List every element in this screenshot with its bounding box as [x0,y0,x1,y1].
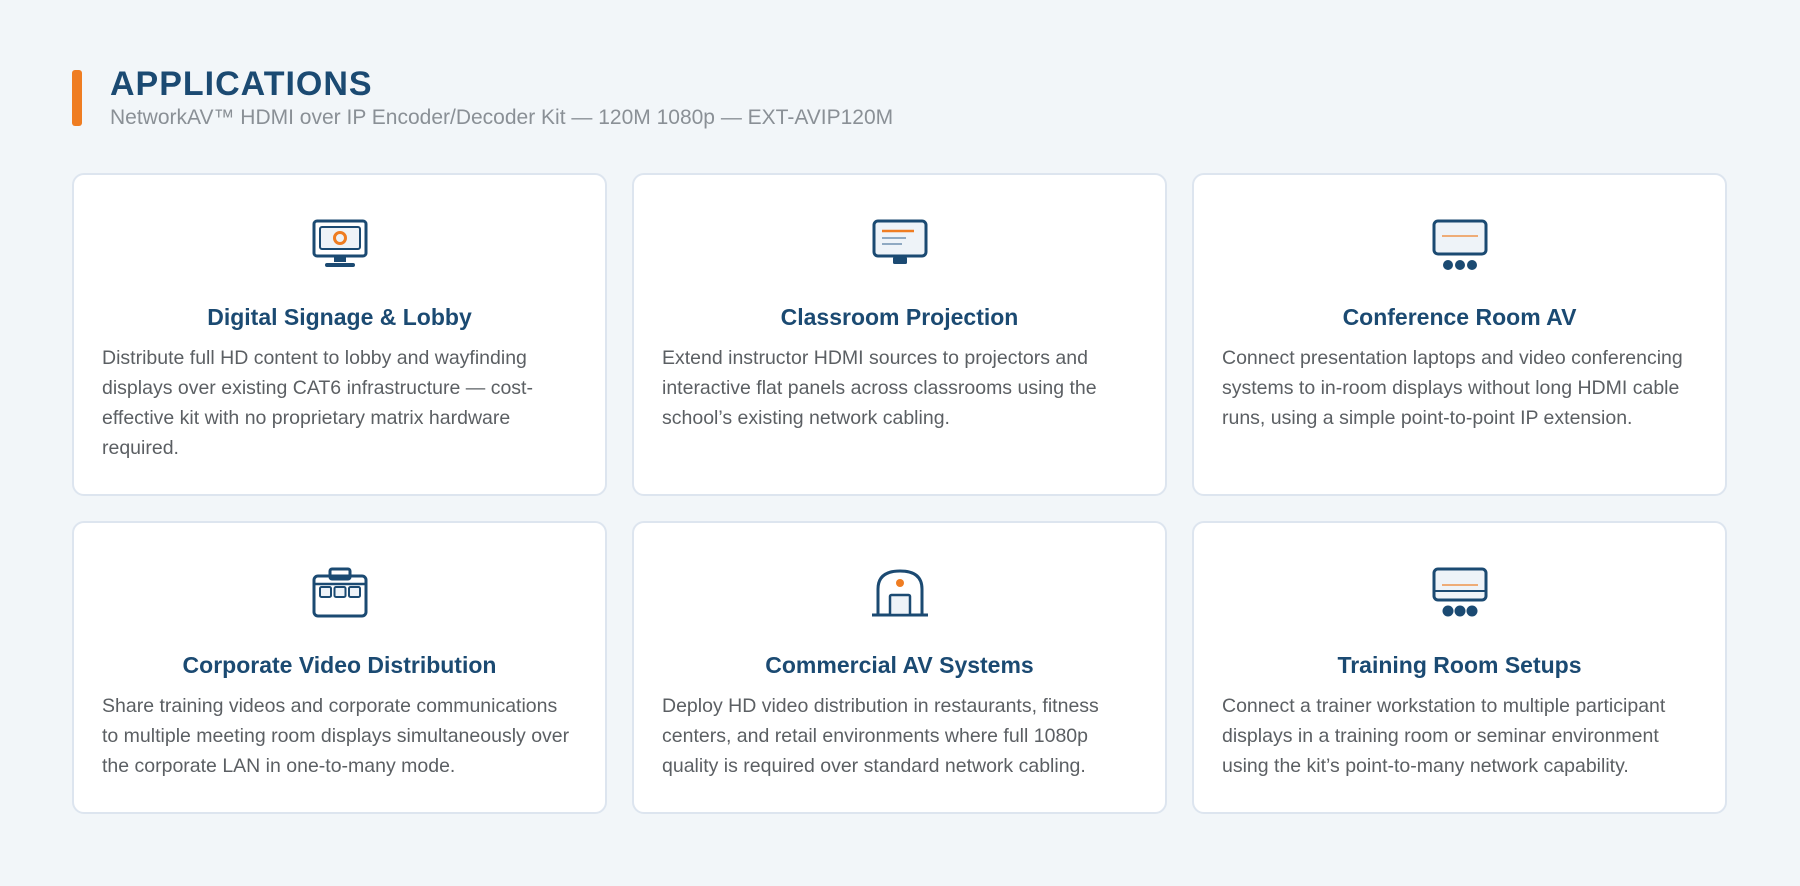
storefront-icon [871,569,928,617]
monitor-icon [312,219,367,267]
accent-bar [72,70,82,126]
conference-display-icon [1432,219,1487,270]
card-description: Extend instructor HDMI sources to projec… [662,347,1097,429]
card-title: Corporate Video Distribution [182,652,497,678]
card-description: Deploy HD video distribution in restaura… [662,695,1099,777]
card-title: Conference Room AV [1342,304,1577,330]
briefcase-icon [312,567,367,618]
card-title: Training Room Setups [1337,652,1582,678]
application-card-commercial-av: Commercial AV Systems Deploy HD video di… [632,521,1167,814]
application-card-corporate-video: Corporate Video Distribution Share train… [72,521,607,814]
page-title: APPLICATIONS [110,65,373,103]
application-card-training-room: Training Room Setups Connect a trainer w… [1192,521,1727,814]
card-description: Connect a trainer workstation to multipl… [1222,695,1666,777]
card-title: Digital Signage & Lobby [207,304,472,330]
card-description: Connect presentation laptops and video c… [1222,347,1683,429]
projector-screen-icon [872,219,927,264]
card-title: Commercial AV Systems [765,652,1034,678]
page-subtitle: NetworkAV™ HDMI over IP Encoder/Decoder … [110,106,894,129]
card-title: Classroom Projection [780,304,1019,330]
card-description: Distribute full HD content to lobby and … [102,347,533,459]
application-card-digital-signage: Digital Signage & Lobby Distribute full … [72,173,607,496]
card-description: Share training videos and corporate comm… [102,695,570,777]
training-display-icon [1432,567,1487,617]
application-card-classroom-projection: Classroom Projection Extend instructor H… [632,173,1167,496]
application-card-conference-room: Conference Room AV Connect presentation … [1192,173,1727,496]
